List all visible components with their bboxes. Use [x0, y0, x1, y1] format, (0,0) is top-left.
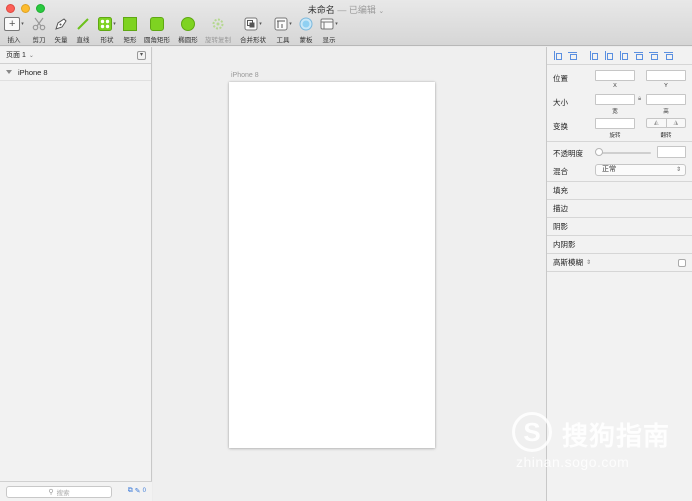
blend-label: 混合: [553, 167, 568, 176]
search-icon: ⚲: [48, 489, 54, 496]
align-left-icon[interactable]: [589, 51, 598, 60]
up-down-chevron-icon[interactable]: ⇕: [586, 259, 591, 266]
line-button[interactable]: 直线: [74, 16, 92, 44]
layer-filter[interactable]: ⧉ ✎ 0: [128, 487, 146, 495]
rotation-field[interactable]: [595, 118, 635, 129]
artboard-label[interactable]: iPhone 8: [231, 72, 259, 79]
blend-mode-value: 正常: [602, 166, 616, 173]
blur-checkbox[interactable]: [678, 259, 686, 267]
fills-section[interactable]: 填充: [547, 182, 692, 200]
flip-vertical-icon[interactable]: ◮: [667, 119, 686, 127]
line-icon: [77, 18, 89, 30]
blur-section[interactable]: 高斯模糊 ⇕: [547, 254, 692, 272]
rounded-rectangle-button[interactable]: 圆角矩形: [143, 16, 171, 44]
search-placeholder: 搜索: [56, 490, 70, 497]
insert-button[interactable]: + ▾ 插入: [4, 16, 24, 44]
flip-label: 翻转: [660, 133, 672, 139]
disclosure-triangle-icon[interactable]: [6, 70, 12, 74]
combine-shapes-icon: [244, 17, 258, 31]
mask-icon: [299, 17, 313, 31]
up-down-chevron-icon: ⇕: [675, 167, 681, 173]
page-selector[interactable]: 页面 1 ⌄ ▾: [0, 47, 151, 64]
width-label: 宽: [612, 109, 618, 115]
geometry-section: 位置 X Y 大小 🔒︎ 宽 高 变换 ◭ ◮ 旋转 翻转: [547, 65, 692, 142]
appearance-section: 不透明度 混合 正常 ⇕: [547, 142, 692, 182]
align-top-icon[interactable]: [634, 51, 643, 60]
opacity-field[interactable]: [657, 146, 686, 158]
blur-label: 高斯模糊: [553, 258, 583, 267]
sogou-logo-icon: S: [512, 412, 552, 452]
watermark: S 搜狗指南 zhinan.sogo.com: [512, 412, 682, 472]
canvas[interactable]: iPhone 8: [153, 47, 546, 501]
window-titlebar: 未命名 — 已编辑 ⌄ + ▾ 插入 剪刀 矢量 直线 ▾ 形状 矩形 圆角矩形…: [0, 0, 692, 46]
copy-icon[interactable]: ⧉: [128, 487, 133, 495]
tools-button[interactable]: ▾ 工具: [272, 16, 294, 44]
layers-sidebar: 页面 1 ⌄ ▾ iPhone 8 ⚲ 搜索 ⧉ ✎ 0: [0, 47, 152, 501]
plus-box-icon: +: [4, 17, 21, 31]
watermark-brand: 搜狗指南: [562, 421, 671, 451]
align-bottom-icon[interactable]: [664, 51, 673, 60]
opacity-slider[interactable]: [597, 152, 651, 154]
shapes-icon: [98, 17, 113, 31]
height-label: 高: [663, 109, 669, 115]
layer-name: iPhone 8: [18, 67, 48, 77]
chevron-down-icon: ⌄: [378, 8, 385, 15]
distribute-vertical-icon[interactable]: [568, 51, 577, 60]
rounded-rectangle-icon: [150, 17, 164, 31]
pencil-icon[interactable]: ✎: [135, 487, 141, 495]
oval-icon: [181, 17, 195, 31]
align-middle-icon[interactable]: [649, 51, 658, 60]
view-button[interactable]: ▾ 显示: [318, 16, 340, 44]
filter-count: 0: [142, 488, 146, 494]
window-title[interactable]: 未命名 — 已编辑 ⌄: [0, 3, 692, 16]
shape-button[interactable]: ▾ 形状: [96, 16, 118, 44]
transform-label: 变换: [553, 122, 568, 131]
view-icon: [320, 18, 334, 30]
alignment-toolbar: [547, 47, 692, 65]
position-label: 位置: [553, 74, 568, 83]
height-field[interactable]: [646, 94, 686, 105]
opacity-label: 不透明度: [553, 149, 583, 158]
scissors-icon: [32, 17, 46, 31]
rotate-copy-icon: [212, 18, 224, 30]
vector-button[interactable]: 矢量: [52, 16, 70, 44]
blend-mode-select[interactable]: 正常 ⇕: [595, 164, 686, 176]
rectangle-button[interactable]: 矩形: [121, 16, 139, 44]
flip-buttons: ◭ ◮: [646, 118, 686, 128]
oval-button[interactable]: 椭圆形: [176, 16, 200, 44]
width-field[interactable]: [595, 94, 635, 105]
position-y-field[interactable]: [646, 70, 686, 81]
mask-button[interactable]: 蒙板: [297, 16, 315, 44]
size-label: 大小: [553, 98, 568, 107]
watermark-url: zhinan.sogo.com: [516, 454, 630, 470]
borders-section[interactable]: 描边: [547, 200, 692, 218]
lock-icon[interactable]: 🔒︎: [638, 96, 641, 103]
chevron-down-icon: ⌄: [28, 52, 34, 59]
page-selector-label: 页面 1: [6, 52, 26, 59]
rotate-label: 旋转: [609, 133, 621, 139]
flip-horizontal-icon[interactable]: ◭: [647, 119, 667, 127]
y-label: Y: [664, 83, 668, 89]
artboard[interactable]: [229, 82, 435, 448]
x-label: X: [613, 83, 617, 89]
edited-status: — 已编辑: [337, 5, 376, 15]
layer-search-input[interactable]: ⚲ 搜索: [6, 486, 112, 498]
scissors-button[interactable]: 剪刀: [30, 16, 48, 44]
combine-shapes-button[interactable]: ▾ 合并形状: [237, 16, 269, 44]
distribute-horizontal-icon[interactable]: [553, 51, 562, 60]
layer-item[interactable]: iPhone 8: [0, 64, 151, 81]
align-center-icon[interactable]: [604, 51, 613, 60]
sidebar-footer: ⚲ 搜索 ⧉ ✎ 0: [0, 481, 152, 501]
align-right-icon[interactable]: [619, 51, 628, 60]
shadows-section[interactable]: 阴影: [547, 218, 692, 236]
pen-icon: [55, 18, 67, 30]
inner-shadows-section[interactable]: 内阴影: [547, 236, 692, 254]
position-x-field[interactable]: [595, 70, 635, 81]
rotate-copy-button[interactable]: 旋转复制: [204, 16, 232, 44]
tools-icon: [274, 17, 288, 31]
rectangle-icon: [123, 17, 137, 31]
opacity-slider-knob[interactable]: [595, 148, 603, 156]
document-name: 未命名: [307, 5, 335, 15]
add-page-icon[interactable]: ▾: [137, 51, 146, 60]
